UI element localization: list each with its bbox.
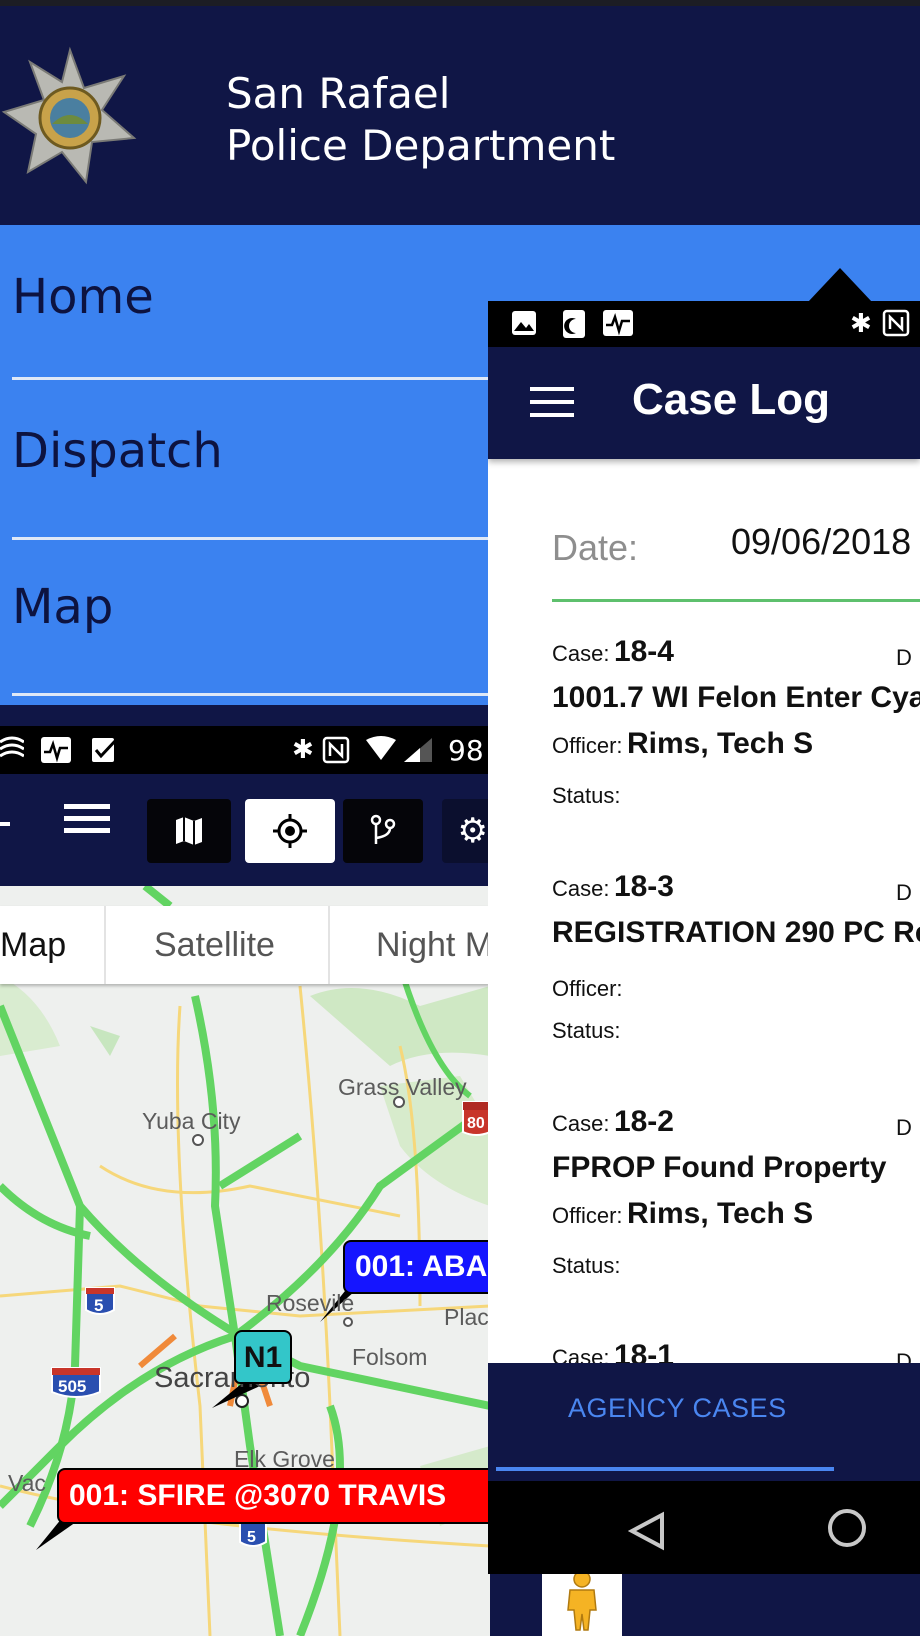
status-label: Status:: [552, 783, 621, 808]
menu-item-home[interactable]: Home: [12, 269, 154, 325]
tab-divider: [104, 906, 106, 984]
tab-agency-cases[interactable]: AGENCY CASES: [568, 1393, 787, 1424]
toolbar-edge-icon: [0, 822, 10, 826]
case-description: REGISTRATION 290 PC Re: [552, 916, 920, 949]
status-label: Status:: [552, 1018, 621, 1043]
case-label: Case:: [552, 641, 610, 666]
place-label-grass-valley: Grass Valley: [338, 1074, 467, 1100]
officer-name: Rims, Tech S: [626, 727, 814, 760]
map-icon: [176, 817, 202, 845]
bluetooth-icon: ✱: [850, 309, 872, 339]
hamburger-menu-icon[interactable]: [64, 804, 110, 834]
nfc-icon: [882, 309, 910, 337]
case-number: 18-4: [613, 635, 674, 668]
tab-divider: [328, 906, 330, 984]
locate-button[interactable]: [245, 799, 335, 863]
locate-icon: [273, 814, 307, 848]
case-number: 18-2: [613, 1105, 674, 1138]
task-check-icon: [92, 738, 118, 762]
date-label: Date:: [552, 527, 639, 568]
map-toolbar: ⚙: [0, 774, 490, 886]
menu-item-map[interactable]: Map: [12, 579, 113, 635]
status-label: Status:: [552, 1253, 621, 1278]
place-label-placerville: Place: [444, 1304, 490, 1330]
officer-name: Rims, Tech S: [626, 1197, 814, 1230]
case-log-app-bar: Case Log: [488, 347, 920, 459]
map-type-tabs: Map Satellite Night M: [0, 906, 490, 984]
case-log-pointer: [808, 268, 872, 302]
i505-shield-label: 505: [58, 1377, 86, 1396]
i5-south-shield-label: 5: [247, 1529, 256, 1546]
route-icon: [370, 814, 396, 844]
nfc-icon: [322, 736, 350, 764]
case-list-item[interactable]: Case: 18-4 D 1001.7 WI Felon Enter Cya O…: [552, 635, 920, 865]
activity-icon: [603, 310, 633, 336]
bluetooth-icon: ✱: [292, 735, 314, 765]
activity-icon: [41, 737, 71, 763]
case-date-label-truncated: D: [896, 645, 912, 670]
app-header: San Rafael Police Department: [0, 6, 920, 225]
case-label: Case:: [552, 1111, 610, 1136]
interstate-5-south-shield-icon: 5: [239, 1521, 267, 1547]
place-label-yuba-city: Yuba City: [142, 1108, 241, 1134]
officer-label: Officer:: [552, 733, 623, 758]
case-date-label-truncated: D: [896, 880, 912, 905]
case-description: 1001.7 WI Felon Enter Cya: [552, 681, 920, 714]
case-log-screen: ✱ Case Log Date: 09/06/2018 Case: 18-4 D…: [488, 301, 920, 1574]
image-icon: [512, 311, 536, 335]
interstate-5-shield-icon: 5: [85, 1287, 115, 1315]
cell-signal-icon: [404, 738, 432, 762]
tab-map[interactable]: Map: [0, 906, 66, 984]
case-list-item[interactable]: Case: 18-2 D FPROP Found Property Office…: [552, 1105, 920, 1335]
officer-label: Officer:: [552, 1203, 623, 1228]
case-list-item[interactable]: Case: 18-3 D REGISTRATION 290 PC Re Offi…: [552, 870, 920, 1100]
menu-divider: [12, 693, 492, 696]
night-mode-icon: [563, 310, 585, 338]
wifi-calling-icon: [0, 736, 24, 758]
menu-divider: [12, 537, 492, 540]
place-label-vacaville: Vac: [8, 1470, 46, 1496]
incident-marker-red[interactable]: 001: SFIRE @3070 TRAVIS: [57, 1468, 490, 1524]
case-label: Case:: [552, 876, 610, 901]
map-status-bar: ✱ 98: [0, 726, 490, 774]
gear-icon: ⚙: [457, 811, 488, 851]
officer-label: Officer:: [552, 976, 623, 1001]
case-date-label-truncated: D: [896, 1115, 912, 1140]
page-title: Case Log: [632, 375, 831, 424]
back-triangle-icon[interactable]: [628, 1511, 668, 1551]
interstate-80-shield-icon: 80: [462, 1101, 490, 1136]
map-view-button[interactable]: [147, 799, 231, 863]
police-badge-icon: [1, 46, 137, 185]
date-underline: [552, 599, 920, 602]
department-title-line2: Police Department: [226, 121, 616, 170]
case-description: FPROP Found Property: [552, 1151, 887, 1184]
place-label-roseville: Rosevile: [266, 1290, 355, 1316]
interstate-505-shield-icon: 505: [51, 1367, 101, 1398]
tab-indicator: [496, 1467, 834, 1471]
unit-marker-n1[interactable]: N1: [234, 1330, 292, 1384]
battery-percent: 98: [448, 734, 484, 767]
pegman-icon: [567, 1570, 597, 1631]
i5-north-shield-label: 5: [94, 1296, 103, 1315]
route-button[interactable]: [343, 799, 423, 863]
menu-item-dispatch[interactable]: Dispatch: [12, 423, 223, 479]
case-number: 18-3: [613, 870, 674, 903]
case-status-bar: ✱: [488, 301, 920, 347]
tab-satellite[interactable]: Satellite: [154, 906, 275, 984]
place-label-folsom: Folsom: [352, 1344, 428, 1370]
department-title-line1: San Rafael: [226, 69, 451, 118]
hamburger-menu-icon[interactable]: [530, 387, 574, 417]
i80-shield-label: 80: [467, 1115, 485, 1132]
android-nav-bar: [488, 1481, 920, 1574]
date-field[interactable]: 09/06/2018: [731, 521, 911, 563]
home-circle-icon[interactable]: [828, 1509, 866, 1547]
menu-divider: [12, 377, 492, 380]
street-view-pegman-button[interactable]: [542, 1566, 622, 1636]
department-title: San Rafael Police Department: [226, 68, 615, 172]
case-bottom-tabs: AGENCY CASES: [488, 1363, 920, 1481]
tab-night-mode[interactable]: Night M: [376, 906, 490, 984]
incident-marker-blue[interactable]: 001: ABA: [343, 1240, 490, 1294]
settings-button[interactable]: ⚙: [442, 799, 490, 863]
wifi-signal-icon: [366, 736, 396, 760]
